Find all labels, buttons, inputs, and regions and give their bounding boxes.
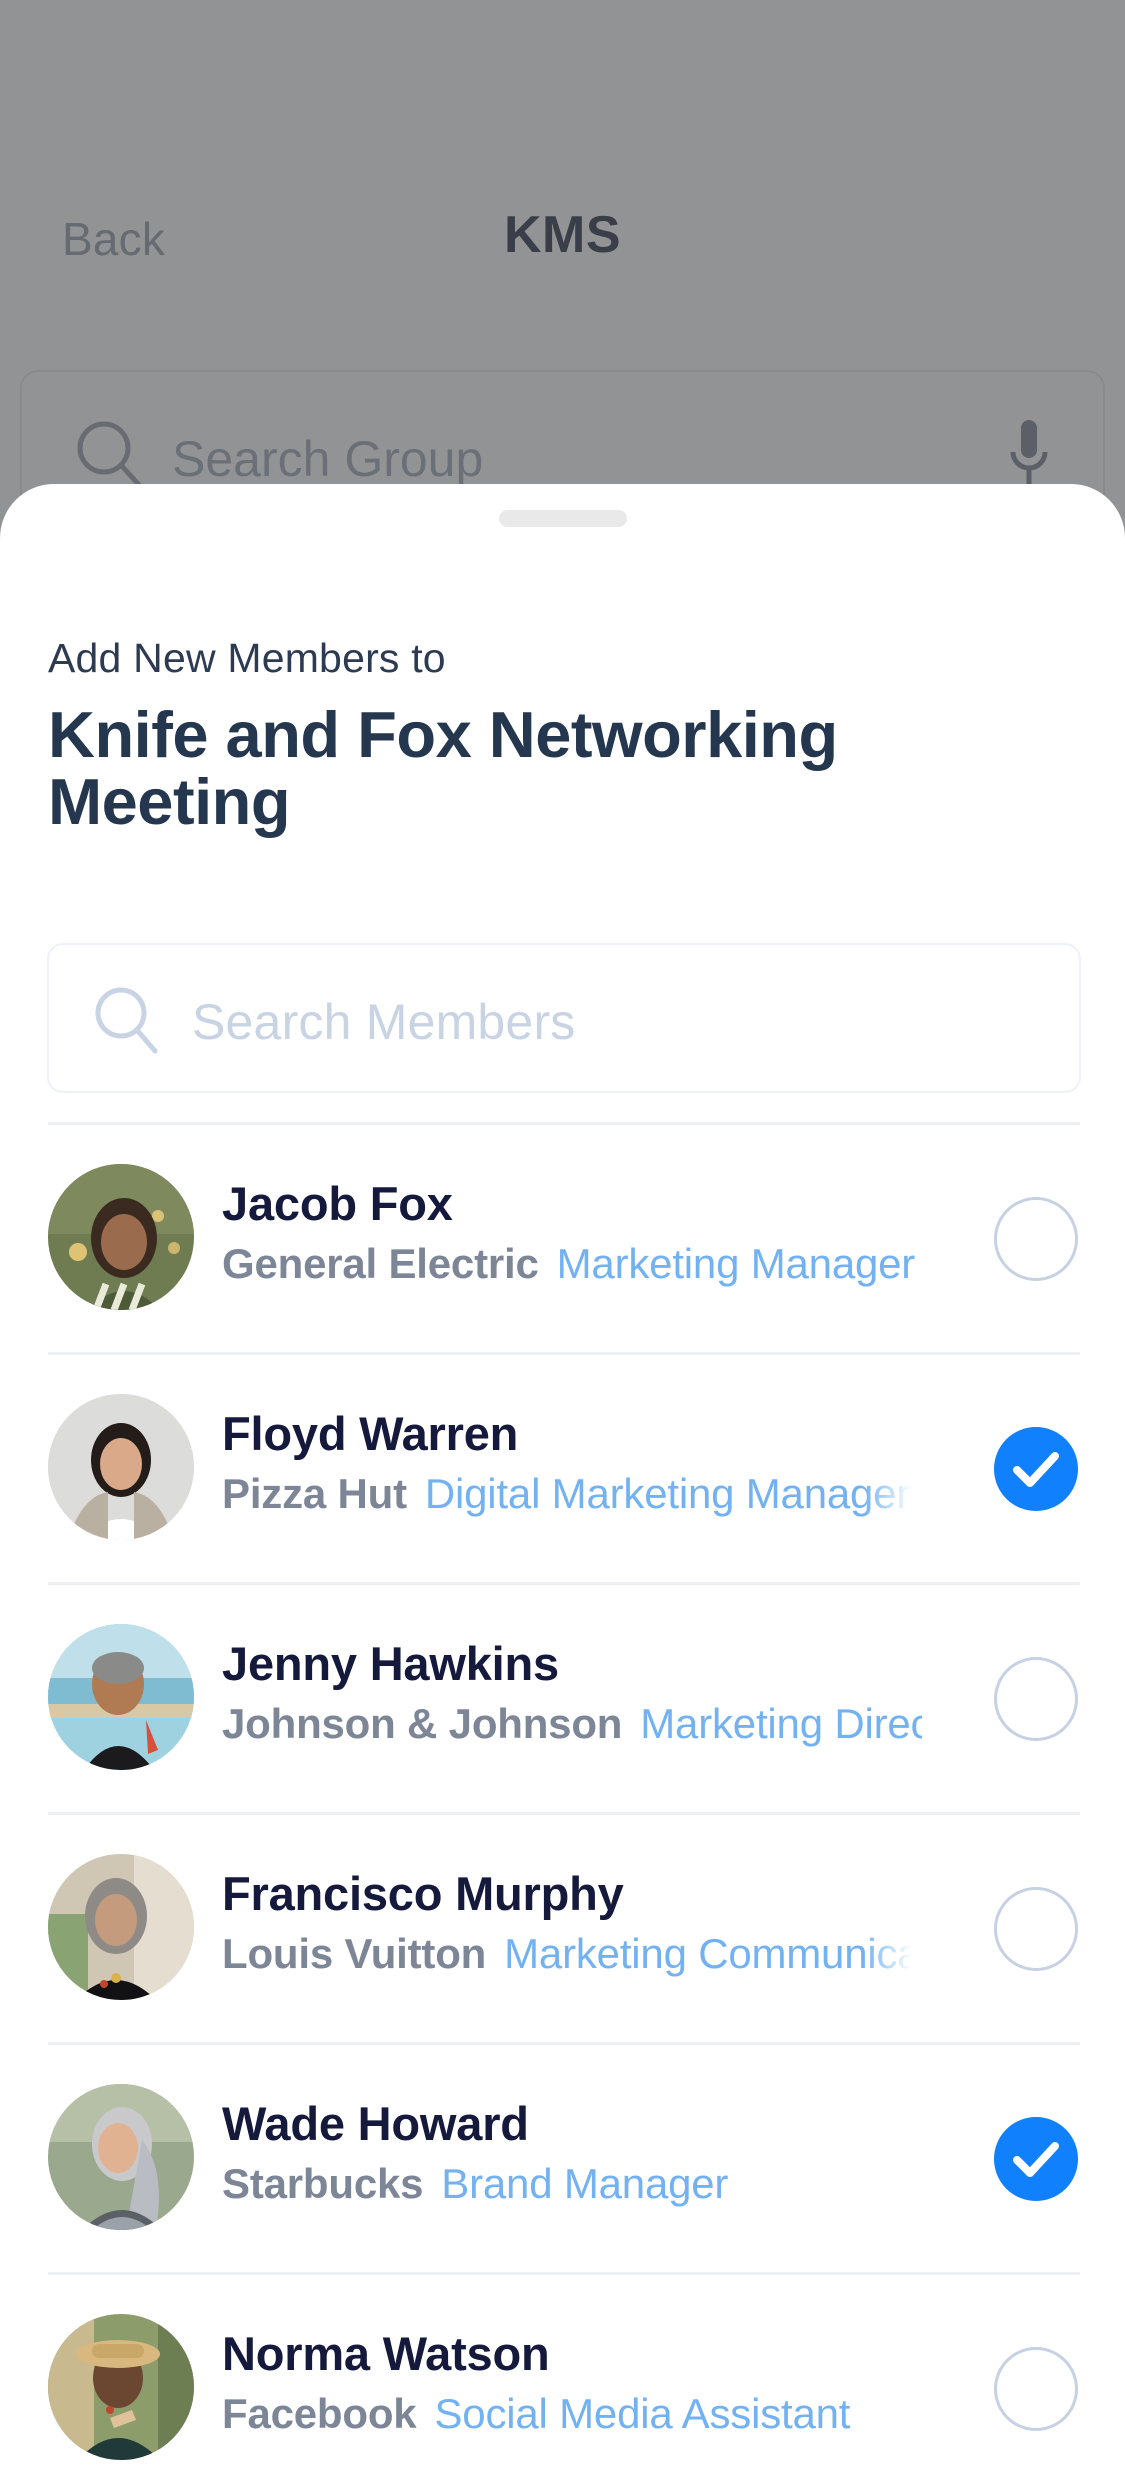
avatar — [48, 2314, 194, 2460]
add-members-bottom-sheet: Add New Members to Knife and Fox Network… — [0, 484, 1125, 2475]
member-info: Jacob Fox General Electric Marketing Manag… — [222, 1177, 922, 1287]
member-role: Brand Manager — [441, 2159, 729, 2207]
row-divider — [48, 1122, 1080, 1125]
member-company: General Electric — [222, 1239, 539, 1287]
row-divider — [48, 1352, 1080, 1355]
member-subline: Facebook Social Media Assistant — [222, 2390, 922, 2437]
member-name: Jacob Fox — [222, 1177, 453, 1230]
avatar — [48, 1624, 194, 1770]
member-subline: General Electric Marketing Manager — [222, 1240, 922, 1287]
member-company: Starbucks — [222, 2159, 424, 2207]
member-info: Norma Watson Facebook Social Media Assista… — [222, 2327, 922, 2437]
member-role: Marketing Communications — [504, 1929, 912, 1977]
avatar — [48, 1854, 194, 2000]
member-subline: Pizza Hut Digital Marketing Manager — [222, 1470, 912, 1517]
member-name: Jenny Hawkins — [222, 1637, 559, 1690]
member-row[interactable]: Wade Howard Starbucks Brand Manager — [0, 2042, 1125, 2272]
member-role: Marketing Director — [640, 1699, 922, 1747]
checkbox-checked[interactable] — [994, 1427, 1078, 1511]
search-members-input[interactable]: Search Members — [47, 943, 1081, 1093]
sheet-eyebrow: Add New Members to — [48, 635, 446, 681]
member-row[interactable]: Jacob Fox General Electric Marketing Manag… — [0, 1122, 1125, 1352]
member-company: Facebook — [222, 2389, 417, 2437]
member-info: Floyd Warren Pizza Hut Digital Marketing M… — [222, 1407, 922, 1517]
check-icon — [1013, 2142, 1059, 2177]
member-name: Wade Howard — [222, 2097, 529, 2150]
member-company: Johnson & Johnson — [222, 1699, 623, 1747]
member-subline: Louis Vuitton Marketing Communications — [222, 1930, 912, 1977]
checkbox-unchecked[interactable] — [994, 1887, 1078, 1971]
member-role: Digital Marketing Manager — [424, 1469, 911, 1517]
checkbox-unchecked[interactable] — [994, 2347, 1078, 2431]
member-role: Marketing Manager — [556, 1239, 916, 1287]
member-role: Social Media Assistant — [434, 2389, 851, 2437]
avatar — [48, 1394, 194, 1540]
member-subline: Starbucks Brand Manager — [222, 2160, 922, 2207]
row-divider — [48, 1582, 1080, 1585]
search-icon — [95, 987, 158, 1054]
checkbox-unchecked[interactable] — [994, 1657, 1078, 1741]
member-row[interactable]: Jenny Hawkins Johnson & Johnson Marketing … — [0, 1582, 1125, 1812]
avatar — [48, 1164, 194, 1310]
member-company: Pizza Hut — [222, 1469, 407, 1517]
row-divider — [48, 1812, 1080, 1815]
member-info: Jenny Hawkins Johnson & Johnson Marketing … — [222, 1637, 922, 1747]
sheet-title: Knife and Fox Networking Meeting — [48, 698, 838, 838]
member-name: Francisco Murphy — [222, 1867, 624, 1920]
row-divider — [48, 2042, 1080, 2045]
member-info: Wade Howard Starbucks Brand Manager — [222, 2097, 922, 2207]
check-icon — [1013, 1452, 1059, 1487]
member-list: Jacob Fox General Electric Marketing Manag… — [0, 1122, 1125, 2475]
member-name: Floyd Warren — [222, 1407, 519, 1460]
member-row[interactable]: Francisco Murphy Louis Vuitton Marketing C… — [0, 1812, 1125, 2042]
member-row[interactable]: Floyd Warren Pizza Hut Digital Marketing M… — [0, 1352, 1125, 1582]
member-company: Louis Vuitton — [222, 1929, 487, 1977]
checkbox-checked[interactable] — [994, 2117, 1078, 2201]
member-row[interactable]: Norma Watson Facebook Social Media Assista… — [0, 2272, 1125, 2475]
row-divider — [48, 2272, 1080, 2275]
member-subline: Johnson & Johnson Marketing Director — [222, 1700, 922, 1747]
drag-handle[interactable] — [498, 510, 627, 527]
member-name: Norma Watson — [222, 2327, 550, 2380]
member-info: Francisco Murphy Louis Vuitton Marketing C… — [222, 1867, 922, 1977]
avatar — [48, 2084, 194, 2230]
search-members-placeholder: Search Members — [192, 994, 576, 1050]
checkbox-unchecked[interactable] — [994, 1197, 1078, 1281]
